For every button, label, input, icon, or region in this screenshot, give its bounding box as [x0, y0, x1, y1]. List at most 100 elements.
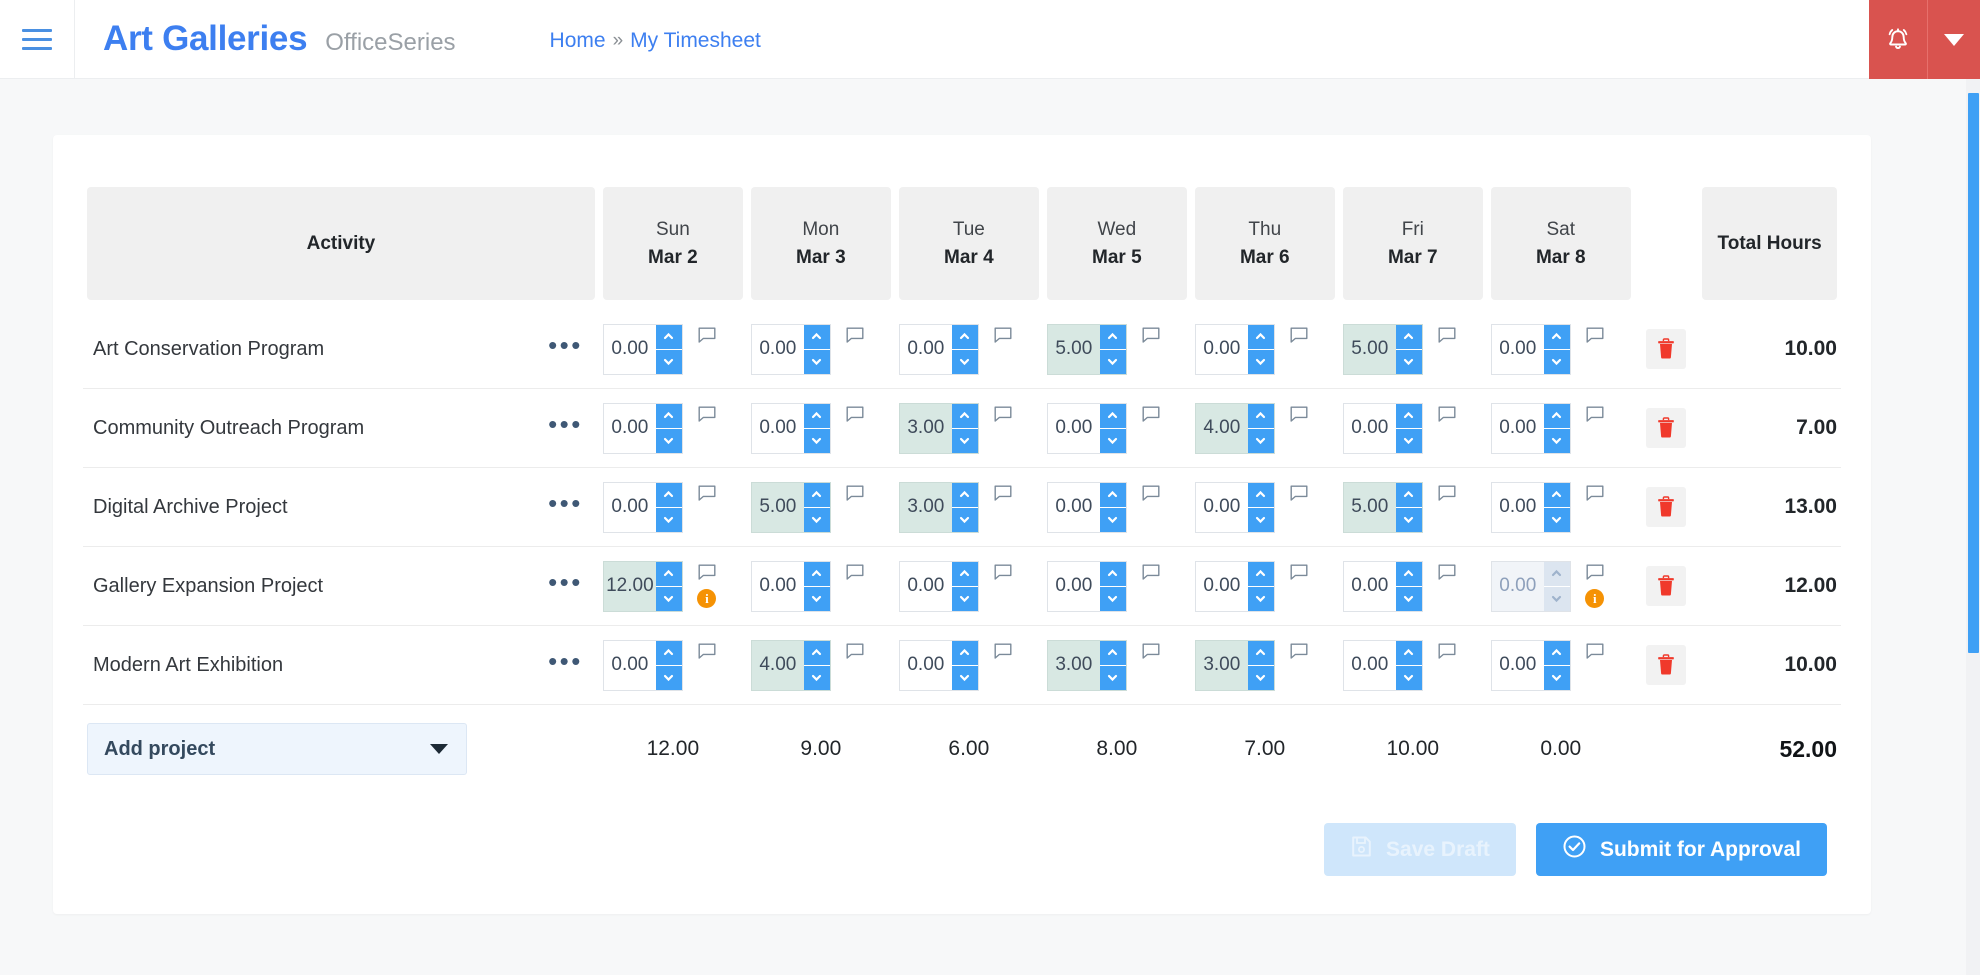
comment-icon[interactable] [994, 406, 1012, 428]
comment-icon[interactable] [1438, 327, 1456, 349]
save-draft-button[interactable]: Save Draft [1324, 823, 1516, 876]
spinner-increment-icon[interactable] [655, 561, 682, 587]
spinner-increment-icon[interactable] [951, 403, 978, 429]
trash-icon[interactable] [1646, 566, 1687, 606]
info-badge-icon[interactable]: i [1585, 589, 1605, 608]
spinner-increment-icon[interactable] [1395, 482, 1422, 508]
spinner-increment-icon[interactable] [803, 403, 830, 429]
hours-input[interactable]: 5.00 [1344, 483, 1396, 532]
comment-icon[interactable] [1142, 406, 1160, 428]
spinner-increment-icon[interactable] [655, 324, 682, 350]
spinner-increment-icon[interactable] [1247, 482, 1274, 508]
spinner-decrement-icon[interactable] [1395, 349, 1422, 374]
comment-icon[interactable] [846, 406, 864, 428]
spinner-decrement-icon[interactable] [655, 507, 682, 532]
spinner-increment-icon[interactable] [951, 324, 978, 350]
spinner-decrement-icon[interactable] [1395, 428, 1422, 453]
hours-spinner[interactable]: 0.00 [1194, 323, 1275, 375]
comment-icon[interactable] [698, 564, 716, 586]
spinner-decrement-icon[interactable] [803, 665, 830, 690]
hours-spinner[interactable]: 0.00 [602, 639, 683, 691]
add-project-dropdown[interactable]: Add project [87, 723, 467, 775]
hours-spinner[interactable]: 0.00 [1046, 402, 1127, 454]
alarm-bell-icon[interactable] [1869, 0, 1927, 79]
hours-input[interactable]: 3.00 [1196, 641, 1248, 690]
spinner-increment-icon[interactable] [1543, 482, 1570, 508]
hours-input[interactable]: 0.00 [1344, 404, 1396, 453]
spinner-decrement-icon[interactable] [655, 428, 682, 453]
hours-spinner[interactable]: 0.00 [1490, 639, 1571, 691]
spinner-decrement-icon[interactable] [655, 349, 682, 374]
spinner-decrement-icon[interactable] [951, 586, 978, 611]
spinner-decrement-icon[interactable] [803, 349, 830, 374]
comment-icon[interactable] [1142, 485, 1160, 507]
hours-spinner[interactable]: 4.00 [750, 639, 831, 691]
hours-spinner[interactable]: 3.00 [1194, 639, 1275, 691]
vertical-scrollbar[interactable] [1966, 79, 1980, 975]
comment-icon[interactable] [1290, 643, 1308, 665]
spinner-increment-icon[interactable] [803, 561, 830, 587]
hours-input[interactable]: 0.00 [1048, 562, 1100, 611]
comment-icon[interactable] [994, 485, 1012, 507]
hours-input[interactable]: 0.00 [1492, 641, 1544, 690]
hours-spinner[interactable]: 0.00 [750, 560, 831, 612]
comment-icon[interactable] [994, 564, 1012, 586]
ellipsis-icon[interactable]: ••• [548, 490, 583, 518]
spinner-increment-icon[interactable] [803, 324, 830, 350]
spinner-increment-icon[interactable] [1099, 403, 1126, 429]
spinner-decrement-icon[interactable] [1543, 428, 1570, 453]
hours-spinner[interactable]: 0.00 [1342, 639, 1423, 691]
spinner-decrement-icon[interactable] [1099, 349, 1126, 374]
hours-spinner[interactable]: 0.00 [1490, 323, 1571, 375]
hours-spinner[interactable]: 0.00 [602, 323, 683, 375]
spinner-increment-icon[interactable] [1543, 324, 1570, 350]
spinner-decrement-icon[interactable] [655, 665, 682, 690]
hours-input[interactable]: 0.00 [604, 483, 656, 532]
comment-icon[interactable] [698, 485, 716, 507]
spinner-decrement-icon[interactable] [1247, 507, 1274, 532]
hours-input[interactable]: 3.00 [900, 483, 952, 532]
spinner-increment-icon[interactable] [1543, 403, 1570, 429]
comment-icon[interactable] [1290, 485, 1308, 507]
hours-input[interactable]: 0.00 [752, 562, 804, 611]
hours-input[interactable]: 0.00 [604, 404, 656, 453]
spinner-decrement-icon[interactable] [951, 349, 978, 374]
hours-spinner[interactable]: 5.00 [750, 481, 831, 533]
hours-spinner[interactable]: 5.00 [1342, 481, 1423, 533]
spinner-increment-icon[interactable] [1395, 324, 1422, 350]
hours-input[interactable]: 0.00 [604, 325, 656, 374]
ellipsis-icon[interactable]: ••• [548, 569, 583, 597]
hours-input[interactable]: 0.00 [1048, 483, 1100, 532]
spinner-increment-icon[interactable] [1543, 640, 1570, 666]
hours-input[interactable]: 5.00 [1344, 325, 1396, 374]
spinner-increment-icon[interactable] [655, 640, 682, 666]
comment-icon[interactable] [698, 327, 716, 349]
trash-icon[interactable] [1646, 645, 1687, 685]
spinner-increment-icon[interactable] [1099, 561, 1126, 587]
comment-icon[interactable] [1586, 485, 1604, 507]
spinner-increment-icon[interactable] [1247, 640, 1274, 666]
comment-icon[interactable] [1586, 564, 1604, 586]
spinner-increment-icon[interactable] [1099, 482, 1126, 508]
ellipsis-icon[interactable]: ••• [548, 648, 583, 676]
submit-for-approval-button[interactable]: Submit for Approval [1535, 823, 1827, 876]
comment-icon[interactable] [994, 643, 1012, 665]
comment-icon[interactable] [698, 406, 716, 428]
hours-spinner[interactable]: 0.00 [898, 323, 979, 375]
trash-icon[interactable] [1646, 487, 1687, 527]
spinner-decrement-icon[interactable] [1395, 507, 1422, 532]
comment-icon[interactable] [1438, 564, 1456, 586]
comment-icon[interactable] [1290, 327, 1308, 349]
hours-input[interactable]: 0.00 [1492, 325, 1544, 374]
spinner-decrement-icon[interactable] [1247, 428, 1274, 453]
spinner-increment-icon[interactable] [1247, 403, 1274, 429]
hours-spinner[interactable]: 0.00 [1046, 481, 1127, 533]
hours-spinner[interactable]: 0.00 [1194, 481, 1275, 533]
hours-spinner[interactable]: 3.00 [898, 402, 979, 454]
spinner-decrement-icon[interactable] [1543, 349, 1570, 374]
comment-icon[interactable] [1586, 327, 1604, 349]
comment-icon[interactable] [1438, 406, 1456, 428]
hours-input[interactable]: 0.00 [1492, 404, 1544, 453]
hours-spinner[interactable]: 3.00 [1046, 639, 1127, 691]
spinner-decrement-icon[interactable] [1099, 665, 1126, 690]
